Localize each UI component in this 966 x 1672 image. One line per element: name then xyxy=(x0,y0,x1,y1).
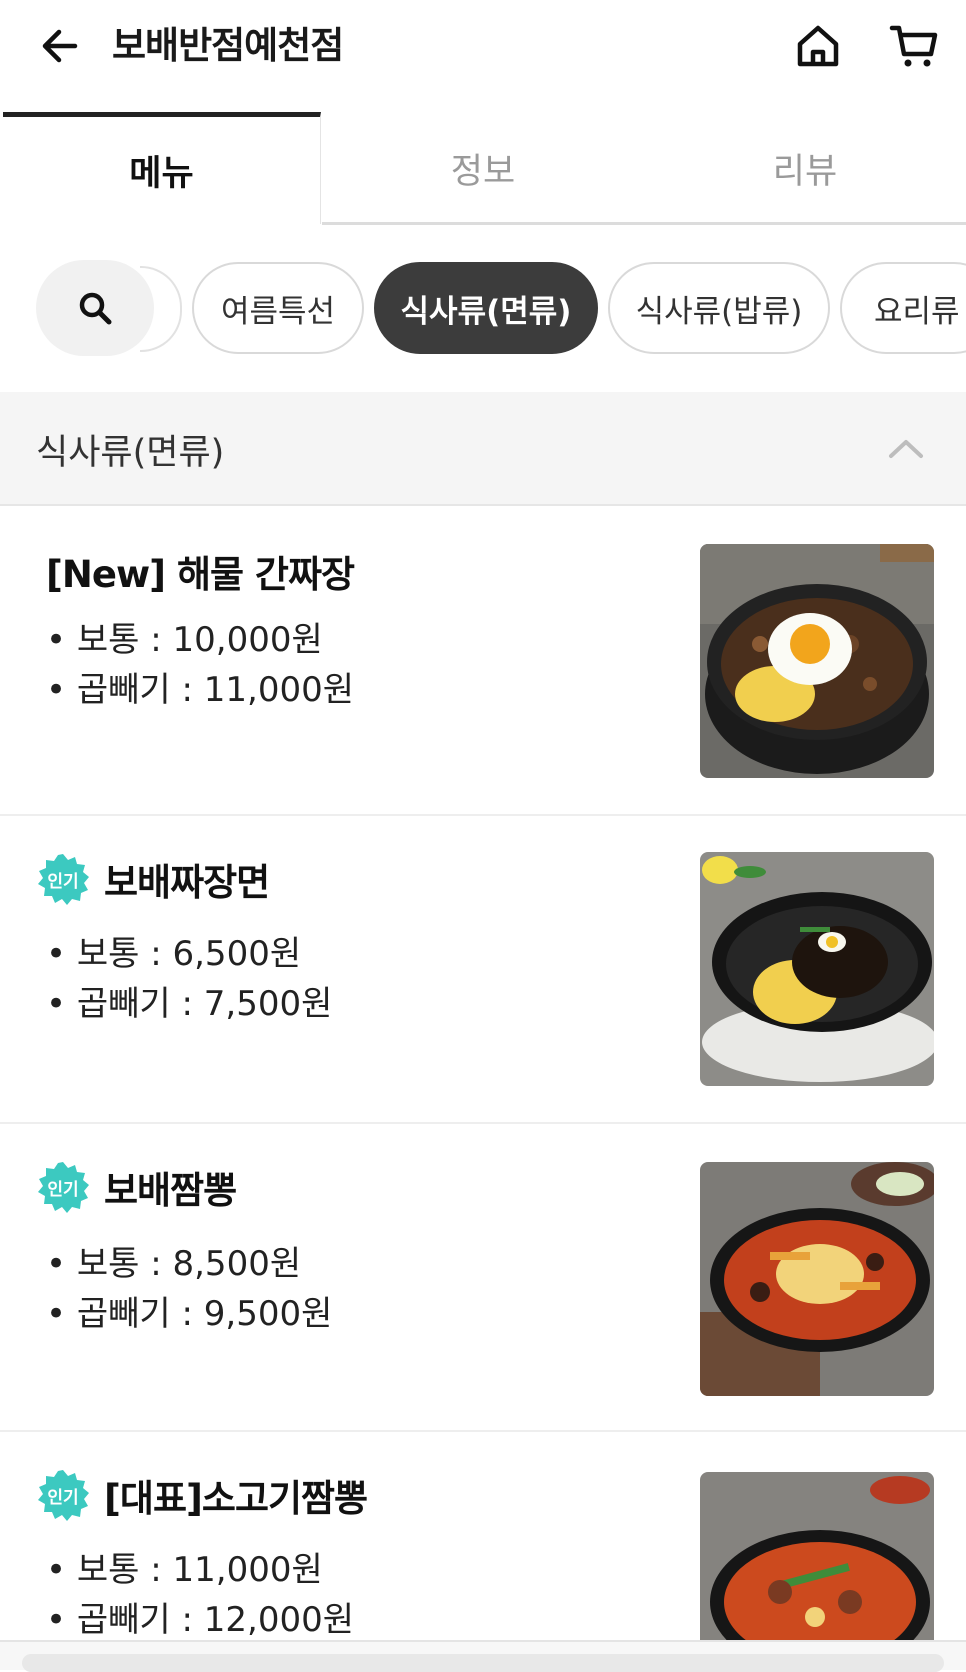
home-button[interactable] xyxy=(792,20,844,72)
item-name: [New] 해물 간짜장 xyxy=(46,553,355,596)
item-price-regular: • 보통 : 6,500원 xyxy=(46,934,302,974)
jjajangmyeon-dish-image xyxy=(700,852,934,1086)
menu-item[interactable]: 인기 보배짬뽕 • 보통 : 8,500원 • 곱빼기 : 9,500원 xyxy=(0,1124,966,1432)
jjajang-dish-image xyxy=(700,544,934,778)
menu-item[interactable]: 인기 보배짜장면 • 보통 : 6,500원 • 곱빼기 : 7,500원 xyxy=(0,816,966,1124)
item-name: 보배짬뽕 xyxy=(104,1169,237,1212)
popular-badge: 인기 xyxy=(36,1468,90,1522)
category-chip-noodles[interactable]: 식사류(면류) xyxy=(374,262,598,354)
app-header: 보배반점예천점 xyxy=(0,0,966,100)
beef-jjamppong-dish-image xyxy=(700,1472,934,1640)
jjamppong-dish-image xyxy=(700,1162,934,1396)
menu-search-button[interactable] xyxy=(36,260,154,356)
item-photo xyxy=(700,1472,934,1640)
item-name: 보배짜장면 xyxy=(104,861,270,904)
item-price-regular: • 보통 : 11,000원 xyxy=(46,1550,323,1590)
tab-bar: 메뉴 정보 리뷰 xyxy=(0,112,966,226)
badge-label: 인기 xyxy=(47,871,79,892)
cart-button[interactable] xyxy=(886,20,942,72)
item-price-large: • 곱빼기 : 12,000원 xyxy=(46,1600,355,1640)
badge-label: 인기 xyxy=(47,1179,79,1200)
item-photo xyxy=(700,544,934,778)
menu-item[interactable]: [New] 해물 간짜장 • 보통 : 10,000원 • 곱빼기 : 11,0… xyxy=(0,508,966,816)
item-price-large: • 곱빼기 : 9,500원 xyxy=(46,1294,333,1334)
section-header[interactable]: 식사류(면류) xyxy=(0,392,966,506)
cart-icon xyxy=(889,25,938,67)
popular-badge: 인기 xyxy=(36,852,90,906)
bottom-sheet-bar[interactable] xyxy=(0,1640,966,1672)
section-title: 식사류(면류) xyxy=(36,433,225,473)
badge-label: 인기 xyxy=(47,1487,79,1508)
back-button[interactable] xyxy=(36,22,84,70)
tab-menu[interactable]: 메뉴 xyxy=(3,112,321,224)
item-name-row: [New] 해물 간짜장 xyxy=(46,544,355,598)
store-title: 보배반점예천점 xyxy=(112,24,344,67)
item-name-row: 인기 보배짜장면 xyxy=(36,852,270,906)
item-name-row: 인기 보배짬뽕 xyxy=(36,1160,237,1214)
bottom-sheet-handle[interactable] xyxy=(22,1654,944,1672)
category-chip-summer[interactable]: 여름특선 xyxy=(192,262,364,354)
tab-review[interactable]: 리뷰 xyxy=(644,112,966,224)
item-price-regular: • 보통 : 10,000원 xyxy=(46,620,323,660)
item-name-row: 인기 [대표]소고기짬뽕 xyxy=(36,1468,368,1522)
category-chips: 여름특선 식사류(면류) 식사류(밥류) 요리류 xyxy=(0,258,966,358)
arrow-left-icon xyxy=(42,29,78,63)
popular-badge: 인기 xyxy=(36,1160,90,1214)
menu-item[interactable]: 인기 [대표]소고기짬뽕 • 보통 : 11,000원 • 곱빼기 : 12,0… xyxy=(0,1432,966,1640)
tab-info[interactable]: 정보 xyxy=(322,112,644,224)
tab-divider xyxy=(322,222,966,225)
search-icon xyxy=(79,292,112,325)
category-chip-rice[interactable]: 식사류(밥류) xyxy=(608,262,830,354)
home-icon xyxy=(797,25,839,67)
item-price-regular: • 보통 : 8,500원 xyxy=(46,1244,302,1284)
item-price-large: • 곱빼기 : 11,000원 xyxy=(46,670,355,710)
item-price-large: • 곱빼기 : 7,500원 xyxy=(46,984,333,1024)
category-chip-dishes[interactable]: 요리류 xyxy=(840,262,966,354)
item-name: [대표]소고기짬뽕 xyxy=(104,1477,368,1520)
item-photo xyxy=(700,852,934,1086)
chevron-up-icon xyxy=(889,440,923,458)
collapse-button[interactable] xyxy=(886,428,926,468)
item-photo xyxy=(700,1162,934,1396)
